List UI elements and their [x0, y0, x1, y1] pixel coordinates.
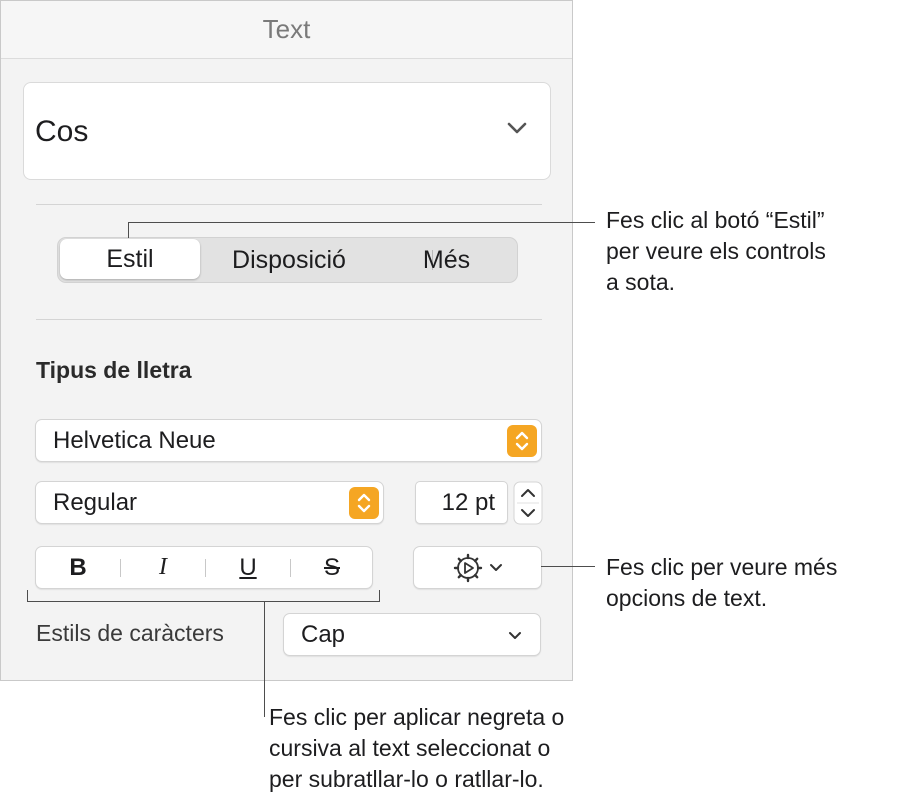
character-styles-label: Estils de caràcters: [36, 620, 224, 646]
character-style-value: Cap: [301, 620, 346, 648]
typeface-value: Regular: [53, 488, 138, 516]
callout-line: [541, 566, 595, 567]
callout-format: Fes clic per aplicar negreta o cursiva a…: [269, 702, 564, 795]
chevron-down-icon: [489, 563, 502, 571]
advanced-options-button[interactable]: [413, 546, 542, 589]
callout-line-text: Fes clic per aplicar negreta o: [269, 704, 565, 730]
callout-line-text: per veure els controls: [606, 238, 826, 264]
callout-line-text: opcions de text.: [606, 585, 768, 611]
text-format-buttons: B I U S: [35, 546, 373, 589]
divider: [36, 319, 542, 320]
underline-button[interactable]: U: [206, 547, 290, 588]
divider: [36, 204, 542, 205]
callout-line-text: per subratllar-lo o ratllar-lo.: [269, 766, 544, 792]
stepper-icon: [349, 487, 379, 519]
gear-icon: [453, 553, 482, 582]
callout-style-button: Fes clic al botó “Estil” per veure els c…: [606, 205, 826, 298]
font-size-field[interactable]: 12 pt: [415, 481, 508, 524]
bracket-line: [27, 601, 380, 602]
callout-more-options: Fes clic per veure més opcions de text.: [606, 552, 837, 614]
paragraph-style-popup[interactable]: Cos: [23, 82, 551, 180]
tab-segmented-control: Estil Disposició Més: [57, 237, 518, 283]
stepper-icon: [507, 425, 537, 457]
bold-button[interactable]: B: [36, 547, 120, 588]
callout-line-text: a sota.: [606, 269, 676, 295]
paragraph-style-label: Cos: [35, 115, 89, 148]
text-inspector-panel: Text Cos Estil Disposició Més Tipus de l…: [0, 0, 573, 681]
font-family-popup[interactable]: Helvetica Neue: [35, 419, 542, 462]
font-size-stepper[interactable]: [513, 481, 543, 525]
callout-line-text: Fes clic al botó “Estil”: [606, 207, 825, 233]
tab-disposicio[interactable]: Disposició: [206, 238, 372, 282]
tab-mes[interactable]: Més: [374, 238, 519, 282]
panel-title: Text: [1, 1, 572, 59]
callout-line: [264, 601, 265, 717]
font-section-title: Tipus de lletra: [36, 357, 192, 383]
chevron-down-icon: [507, 122, 527, 134]
typeface-popup[interactable]: Regular: [35, 481, 384, 524]
callout-line-text: cursiva al text seleccionat o: [269, 735, 551, 761]
strikethrough-button[interactable]: S: [290, 547, 374, 588]
character-style-popup[interactable]: Cap: [283, 613, 541, 656]
tab-estil[interactable]: Estil: [60, 239, 200, 279]
italic-button[interactable]: I: [121, 547, 205, 588]
font-size-value: 12 pt: [441, 488, 495, 516]
callout-line-text: Fes clic per veure més: [606, 554, 838, 580]
chevron-down-icon: [509, 632, 521, 639]
callout-line: [128, 222, 595, 223]
callout-line: [128, 222, 129, 238]
font-family-value: Helvetica Neue: [53, 426, 216, 454]
